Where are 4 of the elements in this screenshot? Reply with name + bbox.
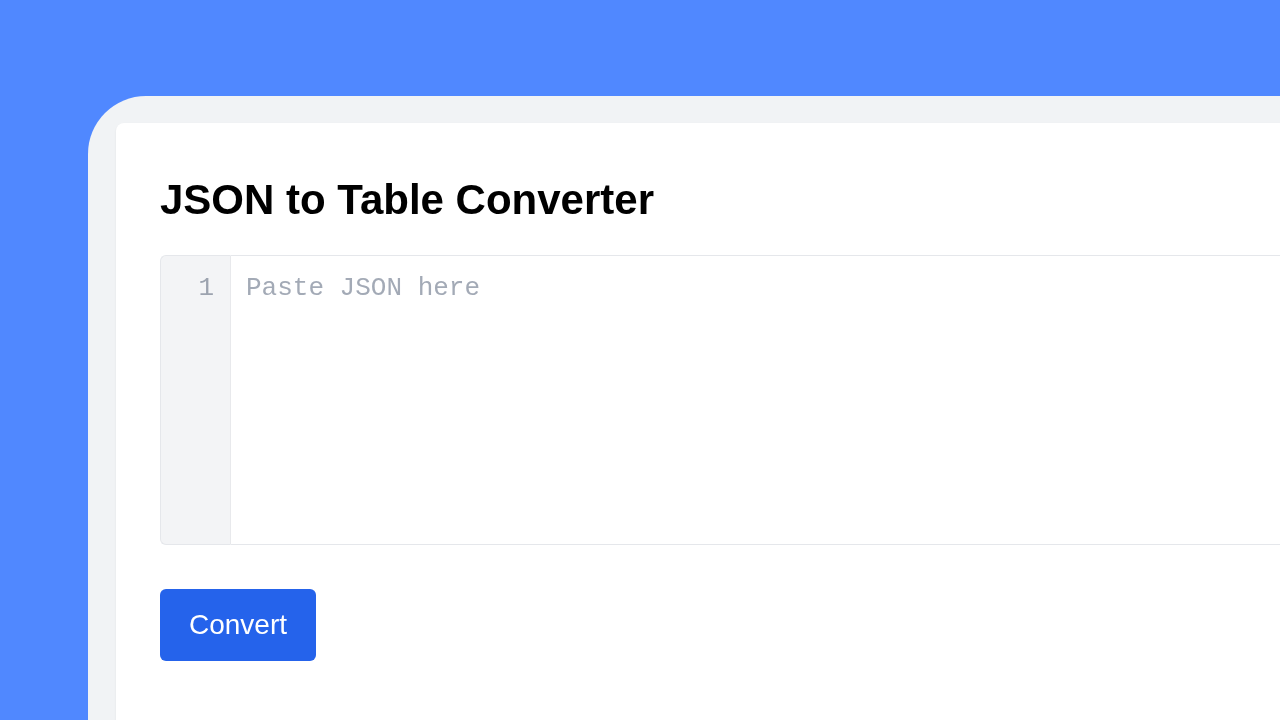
line-number: 1 (198, 272, 214, 306)
convert-button[interactable]: Convert (160, 589, 317, 662)
json-input-field[interactable]: Paste JSON here (231, 255, 1280, 546)
page-title: JSON to Table Converter (160, 175, 654, 225)
